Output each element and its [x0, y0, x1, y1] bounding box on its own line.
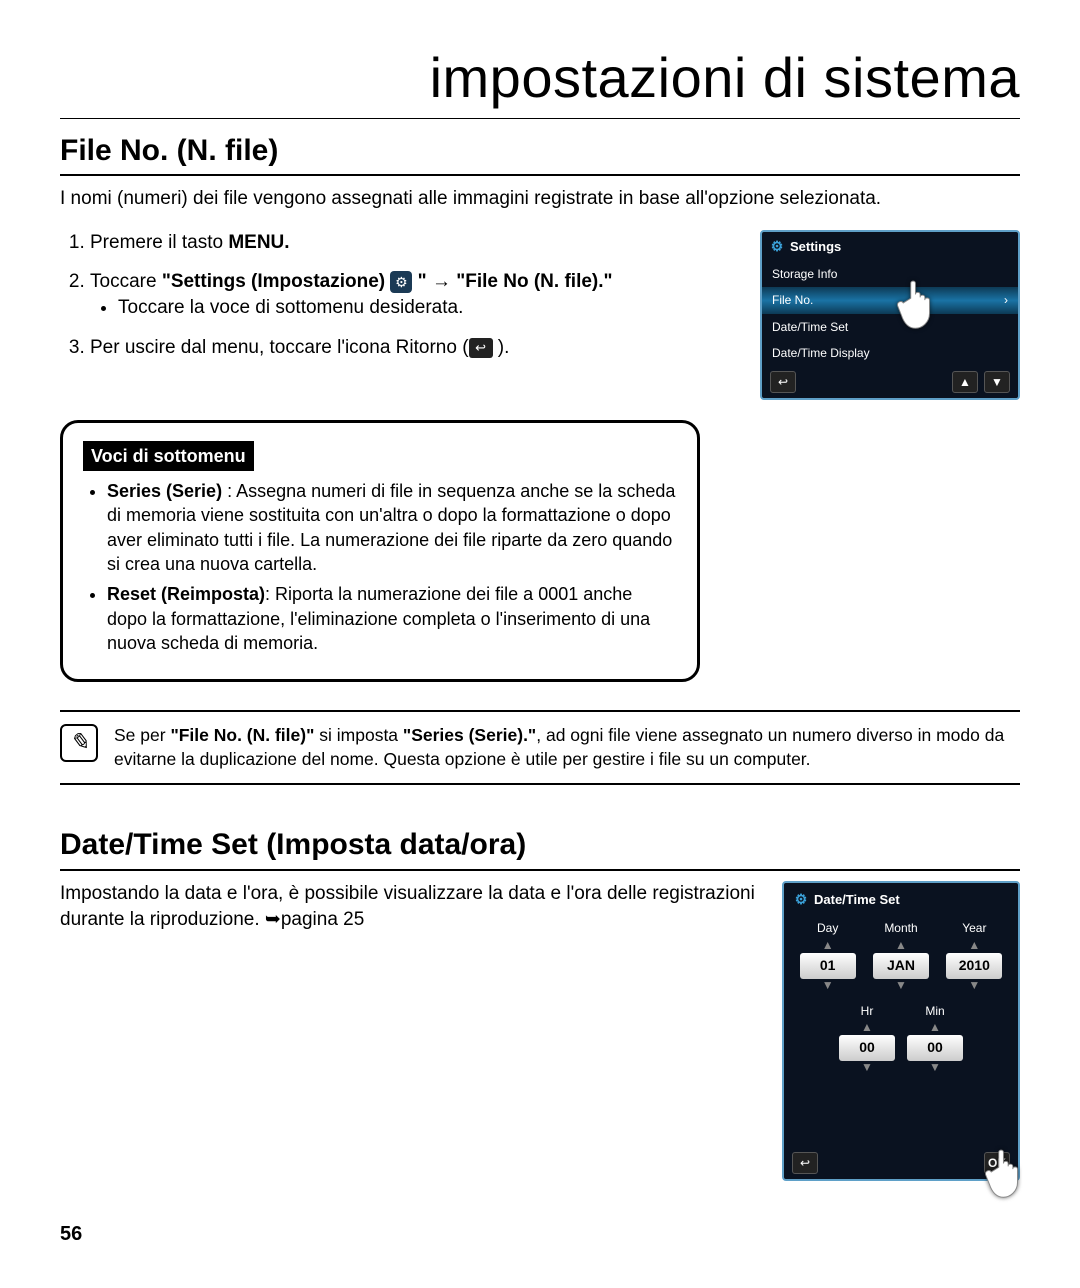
year-spinner: Year ▲ 2010 ▼: [943, 920, 1006, 992]
datetime-title: Date/Time Set: [814, 891, 900, 909]
submenu-series: Series (Serie) : Assegna numeri di file …: [107, 479, 677, 576]
year-down-button[interactable]: ▼: [968, 979, 980, 993]
hr-label: Hr: [861, 1003, 874, 1019]
page-number: 56: [60, 1221, 1020, 1248]
day-spinner: Day ▲ 01 ▼: [796, 920, 859, 992]
page-title: impostazioni di sistema: [60, 40, 1020, 119]
note-mid: si imposta: [314, 725, 403, 745]
min-up-button[interactable]: ▲: [929, 1021, 941, 1035]
step1-bold: MENU.: [228, 232, 289, 253]
gear-icon: ⚙: [770, 240, 784, 254]
month-spinner: Month ▲ JAN ▼: [869, 920, 932, 992]
item-label: File No.: [772, 292, 813, 308]
step1-pre: Premere il tasto: [90, 232, 228, 253]
ok-button[interactable]: OK: [984, 1152, 1010, 1174]
reset-name: Reset (Reimposta): [107, 584, 265, 604]
day-up-button[interactable]: ▲: [822, 939, 834, 953]
settings-item-datetime-set[interactable]: Date/Time Set: [762, 314, 1018, 340]
day-label: Day: [817, 920, 838, 936]
day-value[interactable]: 01: [800, 953, 856, 979]
gear-icon: ⚙: [390, 271, 412, 293]
min-down-button[interactable]: ▼: [929, 1061, 941, 1075]
step-2: Toccare "Settings (Impostazione) ⚙ " → "…: [90, 269, 740, 320]
note-b2: "Series (Serie).": [403, 725, 536, 745]
item-label: Date/Time Display: [772, 345, 870, 361]
steps-list: Premere il tasto MENU. Toccare "Settings…: [60, 230, 740, 361]
section2-lead: Impostando la data e l'ora, è possibile …: [60, 881, 762, 932]
item-label: Storage Info: [772, 266, 837, 282]
back-button[interactable]: ↩: [792, 1152, 818, 1174]
note-row: ✎ Se per "File No. (N. file)" si imposta…: [60, 710, 1020, 785]
step2-after: " → "File No (N. file).": [412, 271, 612, 292]
step2-pre: Toccare: [90, 271, 162, 292]
settings-item-datetime-display[interactable]: Date/Time Display: [762, 340, 1018, 366]
step2-bold: "Settings (Impostazione): [162, 271, 391, 292]
year-value[interactable]: 2010: [946, 953, 1002, 979]
note-b1: "File No. (N. file)": [170, 725, 314, 745]
gear-icon: ⚙: [794, 893, 808, 907]
hr-value[interactable]: 00: [839, 1035, 895, 1061]
min-spinner: Min ▲ 00 ▼: [907, 1003, 963, 1075]
step2-sub: Toccare la voce di sottomenu desiderata.: [118, 295, 740, 321]
series-name: Series (Serie): [107, 481, 222, 501]
step3-pre: Per uscire dal menu, toccare l'icona Rit…: [90, 337, 469, 358]
step-3: Per uscire dal menu, toccare l'icona Rit…: [90, 335, 740, 361]
submenu-box: Voci di sottomenu Series (Serie) : Asseg…: [60, 420, 700, 682]
down-button[interactable]: ▼: [984, 371, 1010, 393]
datetime-header: ⚙ Date/Time Set: [784, 883, 1018, 917]
month-up-button[interactable]: ▲: [895, 939, 907, 953]
month-value[interactable]: JAN: [873, 953, 929, 979]
month-down-button[interactable]: ▼: [895, 979, 907, 993]
note-text: Se per "File No. (N. file)" si imposta "…: [114, 724, 1020, 771]
section1-lead: I nomi (numeri) dei file vengono assegna…: [60, 186, 1020, 212]
section-heading-datetime: Date/Time Set (Imposta data/ora): [60, 825, 1020, 871]
settings-item-storage[interactable]: Storage Info: [762, 261, 1018, 287]
return-icon: ↩: [469, 338, 493, 358]
settings-item-file-no[interactable]: File No. ›: [762, 287, 1018, 313]
settings-header: ⚙ Settings: [762, 232, 1018, 262]
section-heading-file-no: File No. (N. file): [60, 131, 1020, 177]
settings-screen: ⚙ Settings Storage Info File No. › Date/T…: [760, 230, 1020, 400]
hr-down-button[interactable]: ▼: [861, 1061, 873, 1075]
note-pre: Se per: [114, 725, 170, 745]
chevron-right-icon: ›: [1004, 292, 1008, 308]
back-button[interactable]: ↩: [770, 371, 796, 393]
step3-post: ).: [493, 337, 510, 358]
note-icon: ✎: [60, 724, 98, 762]
item-label: Date/Time Set: [772, 319, 848, 335]
hr-spinner: Hr ▲ 00 ▼: [839, 1003, 895, 1075]
step-1: Premere il tasto MENU.: [90, 230, 740, 256]
month-label: Month: [884, 920, 917, 936]
submenu-label: Voci di sottomenu: [83, 441, 254, 471]
settings-title: Settings: [790, 238, 841, 256]
up-button[interactable]: ▲: [952, 371, 978, 393]
year-up-button[interactable]: ▲: [968, 939, 980, 953]
min-value[interactable]: 00: [907, 1035, 963, 1061]
day-down-button[interactable]: ▼: [822, 979, 834, 993]
datetime-screen: ⚙ Date/Time Set Day ▲ 01 ▼ Month ▲ JAN ▼…: [782, 881, 1020, 1181]
year-label: Year: [962, 920, 986, 936]
min-label: Min: [925, 1003, 944, 1019]
submenu-reset: Reset (Reimposta): Riporta la numerazion…: [107, 582, 677, 655]
hr-up-button[interactable]: ▲: [861, 1021, 873, 1035]
